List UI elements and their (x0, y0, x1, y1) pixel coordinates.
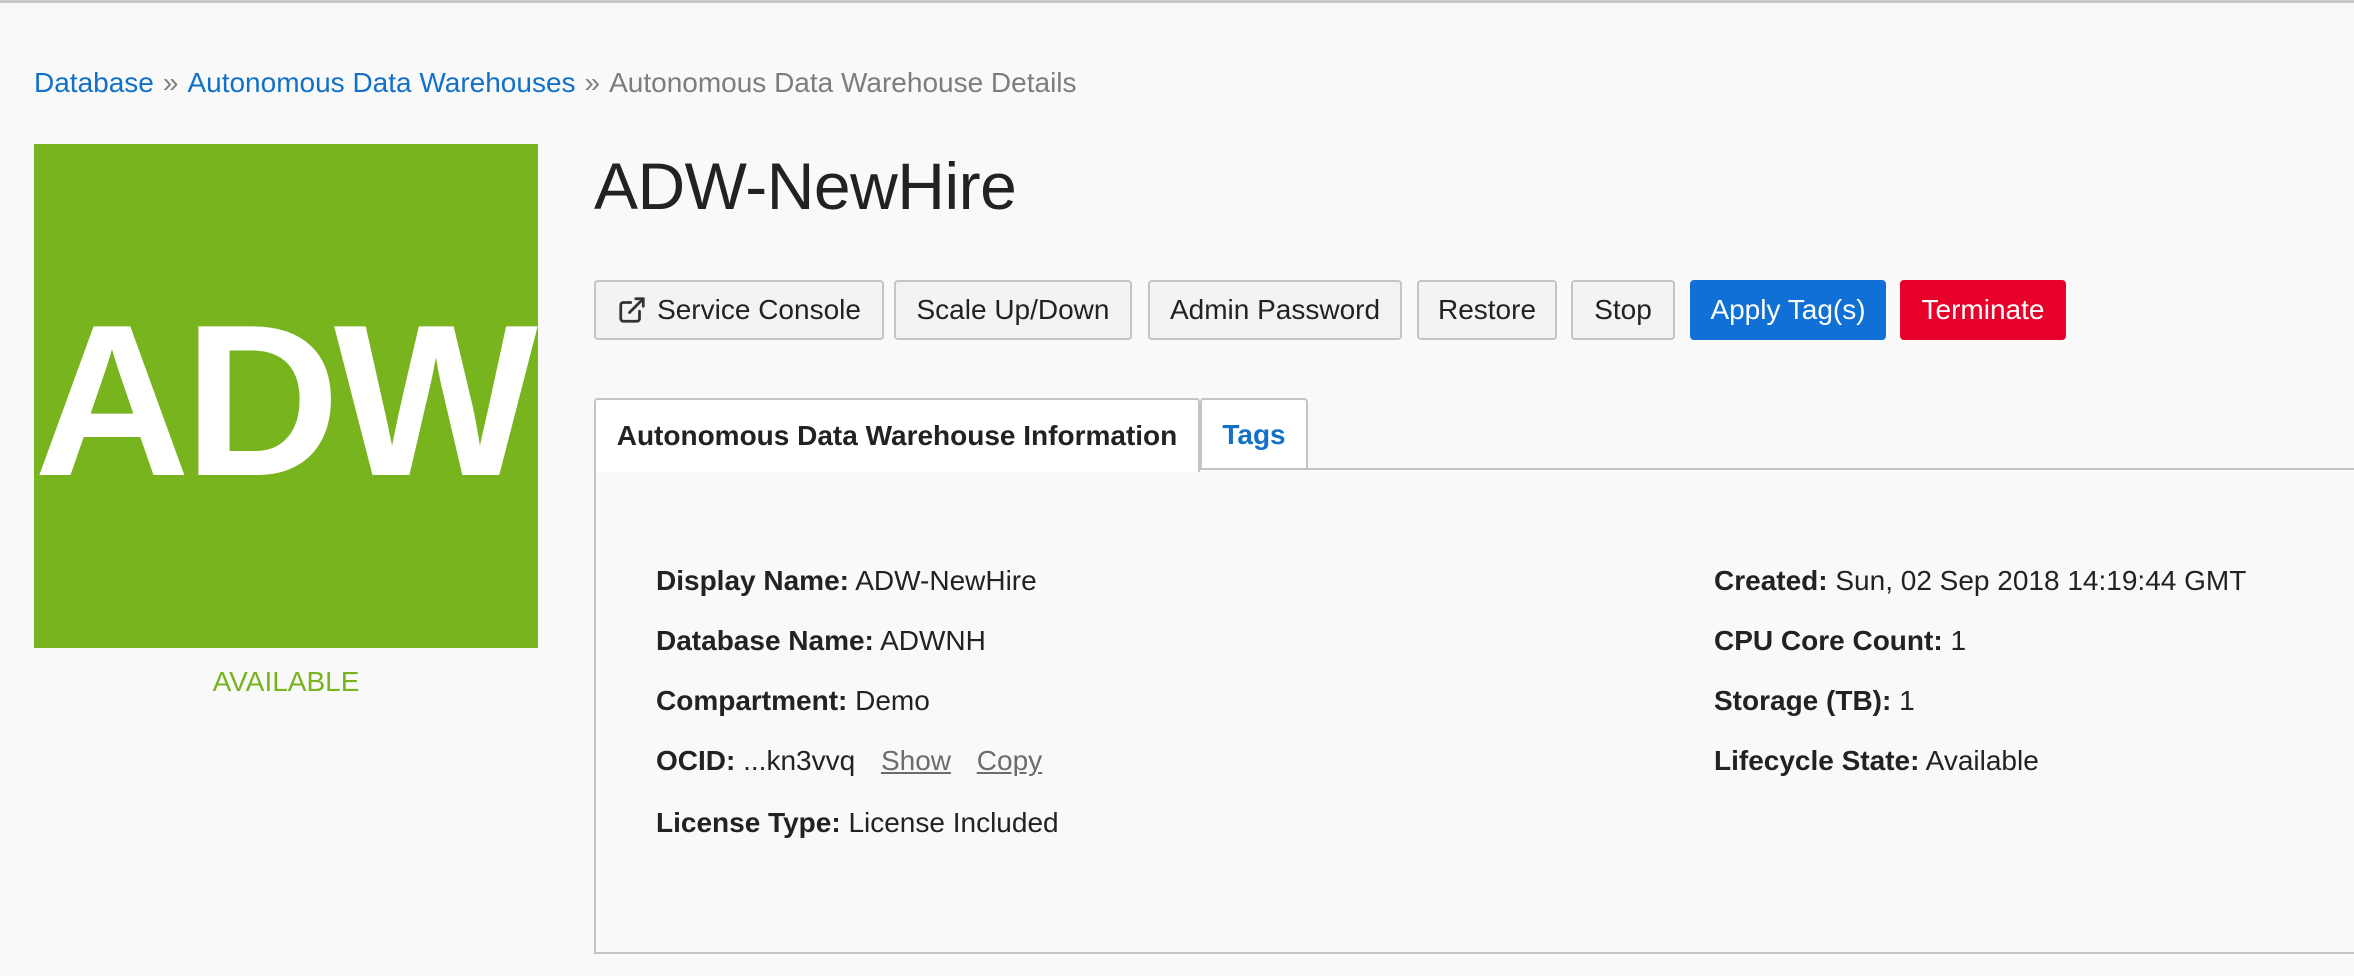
breadcrumb-database-link[interactable]: Database (34, 67, 154, 98)
ocid-show-link[interactable]: Show (881, 745, 951, 776)
scale-up-down-button[interactable]: Scale Up/Down (894, 280, 1132, 340)
cpu-core-count-label: CPU Core Count: (1714, 625, 1943, 656)
compartment-row: Compartment: Demo (656, 684, 930, 718)
page-title: ADW-NewHire (594, 149, 1017, 223)
ocid-copy-link[interactable]: Copy (977, 745, 1042, 776)
display-name-label: Display Name: (656, 565, 849, 596)
terminate-button[interactable]: Terminate (1900, 280, 2066, 340)
storage-label: Storage (TB): (1714, 685, 1892, 716)
lifecycle-state-value: Available (1925, 745, 2039, 776)
ocid-row: OCID: ...kn3vvq Show Copy (656, 744, 1042, 778)
database-name-label: Database Name: (656, 625, 874, 656)
license-type-label: License Type: (656, 807, 841, 838)
created-label: Created: (1714, 565, 1828, 596)
lifecycle-state-row: Lifecycle State: Available (1714, 744, 2039, 778)
storage-value: 1 (1899, 685, 1915, 716)
lifecycle-state-label: Lifecycle State: (1714, 745, 1920, 776)
adw-information-panel: Display Name: ADW-NewHire Database Name:… (594, 468, 2354, 954)
compartment-value: Demo (855, 685, 930, 716)
breadcrumb-current: Autonomous Data Warehouse Details (609, 67, 1077, 98)
created-row: Created: Sun, 02 Sep 2018 14:19:44 GMT (1714, 564, 2246, 598)
breadcrumb-adw-list-link[interactable]: Autonomous Data Warehouses (187, 67, 575, 98)
apply-tags-button[interactable]: Apply Tag(s) (1690, 280, 1886, 340)
license-type-row: License Type: License Included (656, 806, 1059, 840)
ocid-label: OCID: (656, 745, 736, 776)
service-console-label: Service Console (657, 294, 861, 325)
cpu-core-count-row: CPU Core Count: 1 (1714, 624, 1966, 658)
database-name-value: ADWNH (880, 625, 986, 656)
display-name-value: ADW-NewHire (855, 565, 1037, 596)
compartment-label: Compartment: (656, 685, 848, 716)
database-name-row: Database Name: ADWNH (656, 624, 986, 658)
tab-adw-information[interactable]: Autonomous Data Warehouse Information (594, 398, 1200, 472)
external-link-icon (619, 297, 645, 323)
admin-password-button[interactable]: Admin Password (1148, 280, 1402, 340)
stop-button[interactable]: Stop (1571, 280, 1675, 340)
license-type-value: License Included (848, 807, 1059, 838)
ocid-value: ...kn3vvq (743, 745, 856, 776)
created-value: Sun, 02 Sep 2018 14:19:44 GMT (1835, 565, 2247, 596)
top-border (0, 0, 2354, 3)
display-name-row: Display Name: ADW-NewHire (656, 564, 1037, 598)
storage-row: Storage (TB): 1 (1714, 684, 1915, 718)
tab-tags[interactable]: Tags (1200, 398, 1308, 470)
breadcrumb-separator: » (584, 67, 601, 98)
breadcrumb-separator: » (162, 67, 179, 98)
service-console-button[interactable]: Service Console (594, 280, 884, 340)
breadcrumb: Database » Autonomous Data Warehouses » Auto… (34, 66, 1077, 100)
cpu-core-count-value: 1 (1950, 625, 1967, 656)
adw-badge-text: ADW (34, 279, 538, 521)
adw-badge: ADW (34, 144, 538, 648)
lifecycle-status-label: AVAILABLE (212, 666, 360, 697)
restore-button[interactable]: Restore (1417, 280, 1557, 340)
